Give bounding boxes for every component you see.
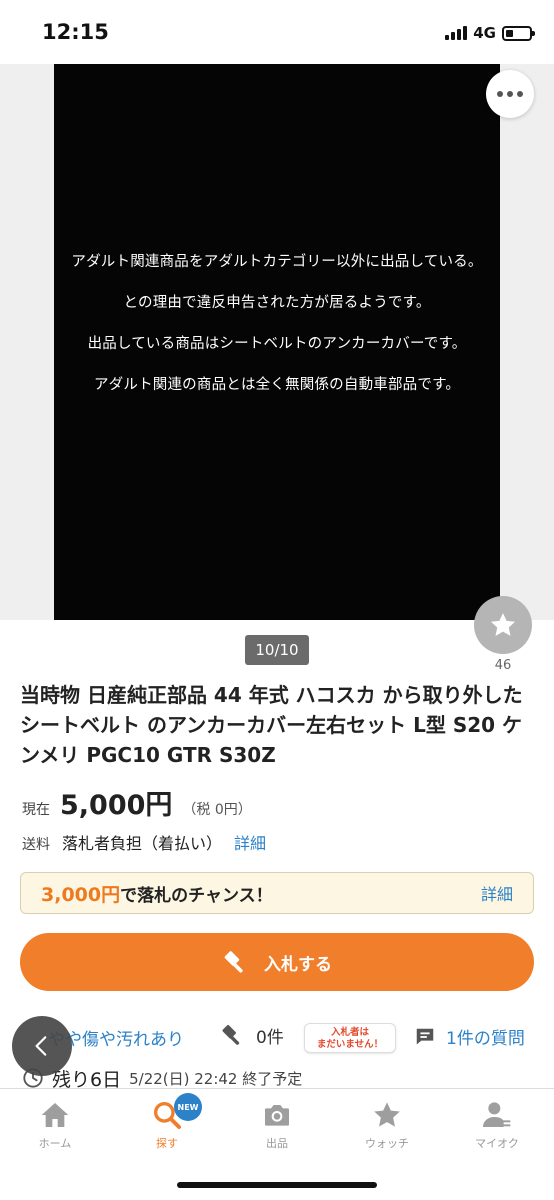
status-time: 12:15 [42,20,109,44]
tab-home[interactable]: ホーム [10,1099,100,1151]
shipping-label: 送料 [22,837,50,853]
home-indicator [177,1182,377,1188]
no-bidders-badge: 入札者は まだいません！ [304,1023,396,1053]
star-icon [491,613,515,636]
gavel-icon [222,1025,240,1045]
status-indicators: 4G [445,22,535,44]
questions-count: 1件の質問 [446,1029,525,1049]
image-text-line: との理由で違反申告された方が居るようです。 [123,295,431,311]
home-icon [41,1103,69,1127]
bids-info[interactable]: 0件 [220,1022,284,1048]
end-time: 5/22(日) 22:42 終了予定 [129,1069,303,1088]
image-text-line: 出品している商品はシートベルトのアンカーカバーです。 [87,336,467,352]
price-row: 現在 5,000円 （税 0円） [22,783,252,822]
tab-label: 出品 [266,1137,288,1150]
watch-count: 46 [494,658,512,673]
image-counter: 10/10 [245,635,309,665]
chance-detail-link[interactable]: 詳細 [481,881,513,905]
tab-my-auction[interactable]: マイオク [452,1099,542,1151]
battery-icon [502,25,535,41]
tab-label: マイオク [475,1137,519,1150]
chance-text: で落札のチャンス！ [120,885,273,906]
user-icon [483,1102,511,1127]
network-type: 4G [473,24,496,42]
camera-icon [265,1105,289,1126]
questions-link[interactable]: 1件の質問 [414,1024,525,1049]
more-options-button[interactable] [486,70,534,118]
current-price: 5,000円 [60,790,173,821]
shipping-row: 送料 落札者負担（着払い） 詳細 [22,830,266,854]
more-dot-icon [517,91,523,97]
signal-icon [445,26,468,40]
watch-button[interactable] [474,596,532,654]
tab-label: ウォッチ [365,1137,409,1150]
tab-sell[interactable]: 出品 [232,1099,322,1151]
bid-button-label: 入札する [264,954,332,975]
bids-count: 0件 [256,1027,284,1048]
item-info-row: やや傷や汚れあり 0件 入札者は まだいません！ 1件の質問 [0,1020,554,1056]
price-label: 現在 [22,802,50,818]
bid-button[interactable]: 入札する [20,933,534,991]
chevron-left-icon [35,1036,47,1056]
back-button[interactable] [12,1016,72,1076]
more-dot-icon [497,91,503,97]
chance-price: 3,000円 [41,883,121,906]
buy-chance-banner[interactable]: 3,000円 で落札のチャンス！ 詳細 [20,872,534,914]
gavel-icon [224,951,243,973]
chat-bubble-icon [416,1028,434,1044]
status-bar: 12:15 4G [0,0,554,64]
new-badge: NEW [174,1093,202,1121]
tab-label: ホーム [38,1137,72,1150]
no-bidders-line: 入札者は [330,1027,369,1038]
image-text-line: アダルト関連商品をアダルトカテゴリー以外に出品している。 [71,254,483,270]
image-text-line: アダルト関連の商品とは全く無関係の自動車部品です。 [93,377,461,393]
more-dot-icon [507,91,513,97]
shipping-detail-link[interactable]: 詳細 [234,830,266,854]
tab-search[interactable]: 探す NEW [122,1093,212,1151]
item-title: 当時物 日産純正部品 44 年式 ハコスカ から取り外した シートベルト のアン… [20,683,523,767]
item-image-area[interactable]: アダルト関連商品をアダルトカテゴリー以外に出品している。 との理由で違反申告され… [0,64,554,620]
no-bidders-line: まだいません！ [316,1039,384,1050]
tab-label: 探す [156,1137,178,1150]
item-image[interactable]: アダルト関連商品をアダルトカテゴリー以外に出品している。 との理由で違反申告され… [54,64,500,620]
star-icon [374,1102,400,1127]
tax-amount: （税 0円） [182,802,252,818]
tab-watch[interactable]: ウォッチ [342,1099,432,1151]
shipping-value: 落札者負担（着払い） [62,834,223,853]
